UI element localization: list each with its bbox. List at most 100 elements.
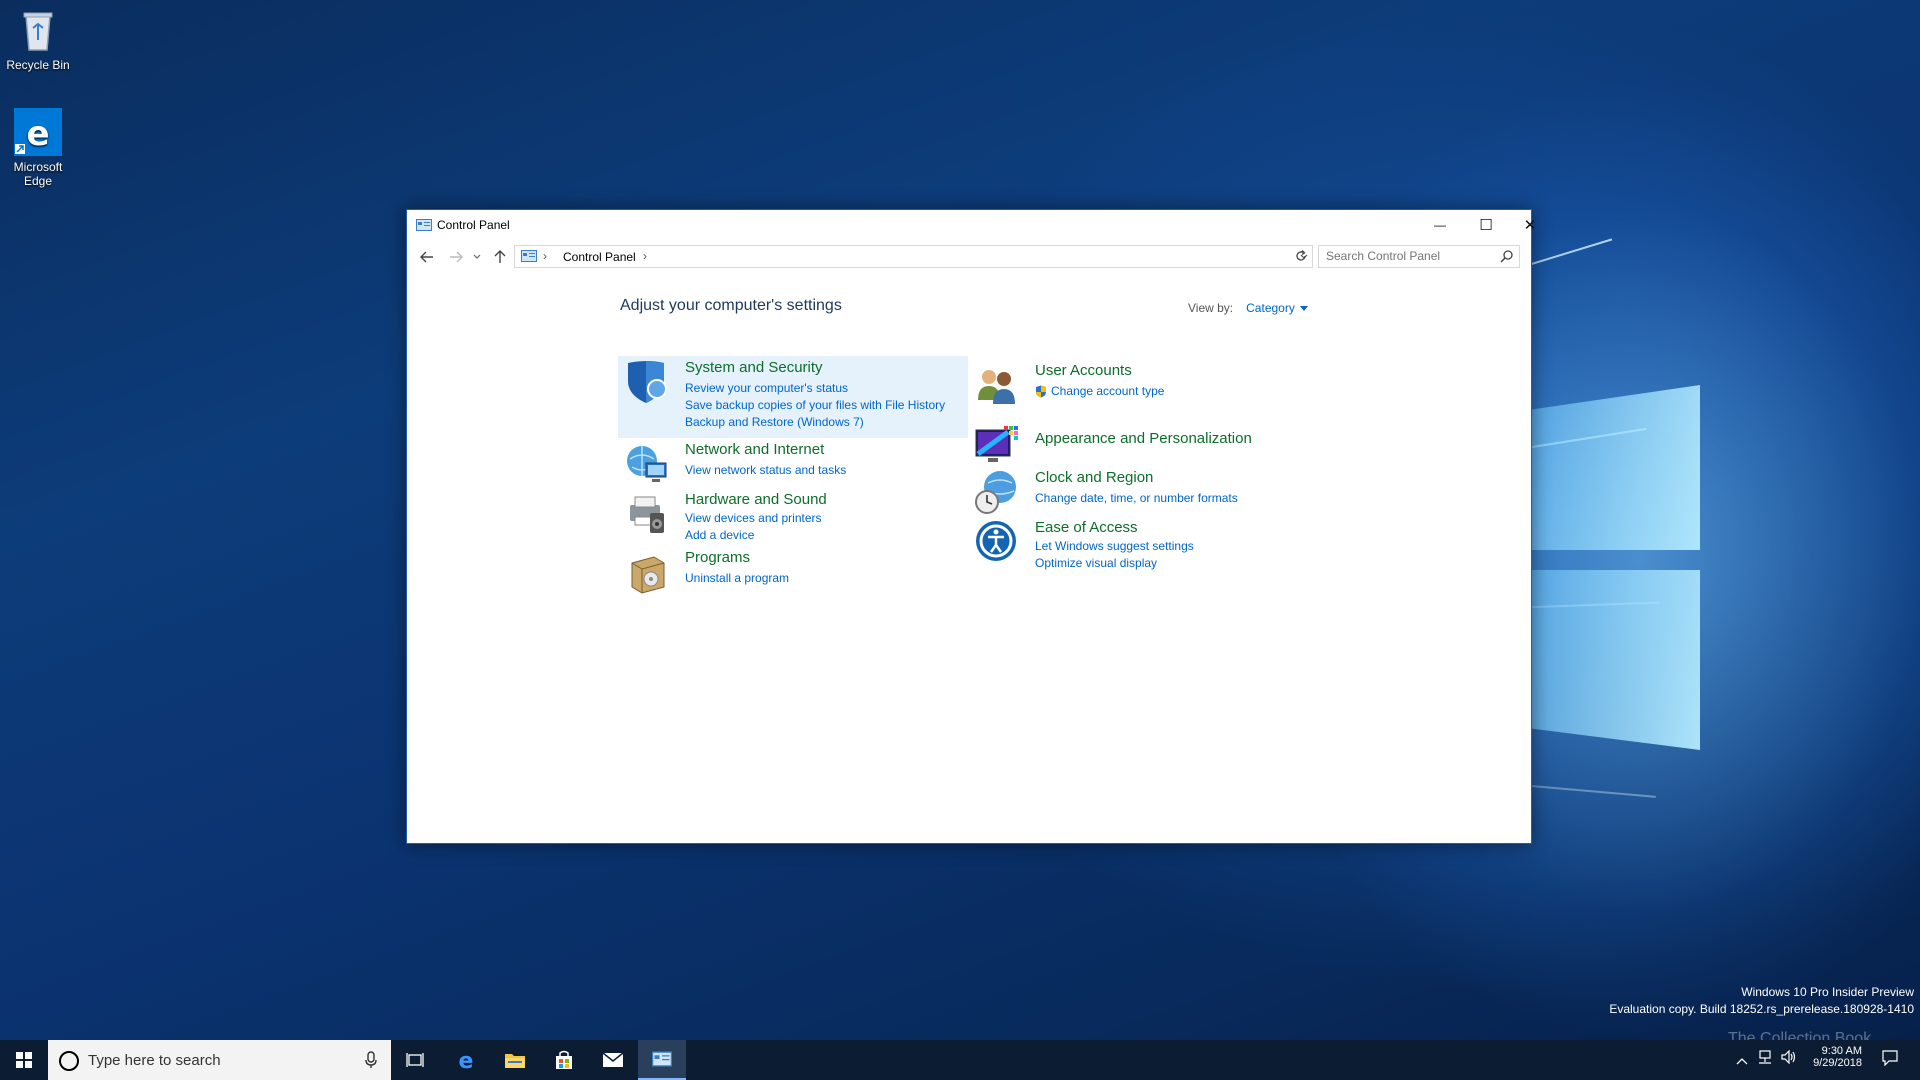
refresh-button[interactable] — [1292, 247, 1310, 265]
edge-taskbar-button[interactable]: e — [442, 1040, 490, 1080]
taskbar-search-box[interactable]: Type here to search — [48, 1040, 391, 1080]
build-watermark: Windows 10 Pro Insider Preview Evaluatio… — [1609, 984, 1914, 1018]
svg-text:e: e — [459, 1049, 474, 1071]
edge-icon: e — [14, 108, 62, 156]
control-panel-icon — [521, 250, 537, 262]
task-view-icon — [406, 1053, 424, 1067]
back-button[interactable] — [417, 247, 437, 267]
address-field[interactable]: › Control Panel › — [514, 245, 1313, 268]
link-uninstall-program[interactable]: Uninstall a program — [685, 571, 789, 585]
programs-box-icon[interactable] — [624, 549, 670, 595]
svg-text:e: e — [26, 114, 49, 154]
clock-globe-icon[interactable] — [974, 469, 1020, 515]
users-icon[interactable] — [974, 362, 1020, 408]
window-title: Control Panel — [437, 218, 510, 232]
microphone-icon[interactable] — [365, 1051, 377, 1069]
category-title[interactable]: Ease of Access — [1035, 519, 1138, 536]
forward-button[interactable] — [446, 247, 466, 267]
view-by-dropdown[interactable]: Category — [1246, 301, 1295, 315]
recycle-bin-icon — [14, 6, 62, 54]
control-panel-window: Control Panel — ☐ ✕ › Control Panel › Se… — [406, 209, 1536, 844]
link-optimize-display[interactable]: Optimize visual display — [1035, 556, 1157, 570]
volume-tray-button[interactable] — [1781, 1049, 1797, 1069]
link-change-date-time[interactable]: Change date, time, or number formats — [1035, 491, 1238, 505]
link-devices-printers[interactable]: View devices and printers — [685, 511, 822, 525]
breadcrumb-control-panel[interactable]: Control Panel — [563, 250, 636, 264]
category-title[interactable]: Programs — [685, 549, 750, 566]
chevron-down-icon — [473, 254, 481, 259]
printer-speaker-icon[interactable] — [624, 491, 670, 537]
forward-arrow-icon — [450, 251, 463, 263]
view-by: View by: Category — [1188, 301, 1308, 315]
file-explorer-taskbar-button[interactable] — [491, 1040, 539, 1080]
tray-clock[interactable]: 9:30 AM 9/29/2018 — [1800, 1045, 1862, 1069]
minimize-button[interactable]: — — [1417, 210, 1463, 240]
action-center-button[interactable] — [1882, 1050, 1898, 1071]
search-icon[interactable] — [1500, 249, 1514, 263]
uac-shield-icon — [1036, 385, 1046, 398]
taskbar: Type here to search e 9:30 AM 9/29/2018 — [0, 1040, 1920, 1080]
store-icon — [556, 1050, 572, 1069]
network-globe-icon[interactable] — [624, 441, 670, 487]
recycle-bin-desktop-icon[interactable]: Recycle Bin — [0, 6, 76, 72]
up-button[interactable] — [490, 247, 510, 267]
recent-locations-button[interactable] — [467, 247, 487, 267]
category-title[interactable]: Network and Internet — [685, 441, 824, 458]
search-box[interactable] — [1318, 245, 1520, 268]
category-title[interactable]: System and Security — [685, 359, 823, 376]
category-title[interactable]: Hardware and Sound — [685, 491, 827, 508]
close-button[interactable]: ✕ — [1507, 210, 1553, 240]
mail-taskbar-button[interactable] — [589, 1040, 637, 1080]
cortana-icon — [59, 1051, 79, 1071]
caret-down-icon[interactable] — [1299, 306, 1308, 312]
start-button[interactable] — [0, 1040, 48, 1080]
network-tray-button[interactable] — [1757, 1050, 1773, 1069]
control-panel-icon — [652, 1051, 672, 1067]
search-input[interactable] — [1326, 249, 1486, 263]
watermark-line-1: Windows 10 Pro Insider Preview — [1741, 985, 1914, 999]
back-arrow-icon — [420, 251, 433, 263]
control-panel-icon — [416, 219, 432, 231]
chevron-up-icon — [1736, 1058, 1748, 1065]
mail-icon — [602, 1052, 624, 1067]
link-network-status[interactable]: View network status and tasks — [685, 463, 846, 477]
maximize-button[interactable]: ☐ — [1463, 210, 1509, 240]
breadcrumb-separator[interactable]: › — [543, 249, 547, 263]
windows-logo-wallpaper — [1530, 345, 1705, 785]
ease-of-access-icon[interactable] — [974, 519, 1020, 565]
network-icon — [1759, 1050, 1771, 1064]
link-windows-suggest[interactable]: Let Windows suggest settings — [1035, 539, 1194, 553]
category-title[interactable]: User Accounts — [1035, 362, 1132, 379]
link-backup-restore[interactable]: Backup and Restore (Windows 7) — [685, 415, 864, 429]
category-title[interactable]: Clock and Region — [1035, 469, 1153, 486]
store-taskbar-button[interactable] — [540, 1040, 588, 1080]
show-hidden-icons-button[interactable] — [1736, 1052, 1748, 1070]
link-add-device[interactable]: Add a device — [685, 528, 754, 542]
recycle-bin-label: Recycle Bin — [6, 58, 70, 72]
link-file-history[interactable]: Save backup copies of your files with Fi… — [685, 398, 945, 412]
edge-icon: e — [459, 1049, 474, 1071]
view-by-label: View by: — [1188, 301, 1234, 315]
link-review-status[interactable]: Review your computer's status — [685, 381, 848, 395]
title-bar[interactable]: Control Panel — ☐ ✕ — [407, 210, 1536, 240]
refresh-icon — [1296, 250, 1306, 261]
clock-time: 9:30 AM — [1821, 1045, 1862, 1057]
control-panel-taskbar-button[interactable] — [638, 1040, 686, 1080]
category-title[interactable]: Appearance and Personalization — [1035, 430, 1252, 447]
edge-label: Microsoft Edge — [13, 160, 63, 188]
logo-pane — [1530, 385, 1700, 550]
task-view-button[interactable] — [391, 1040, 439, 1080]
breadcrumb-separator[interactable]: › — [643, 249, 647, 263]
speaker-icon — [1781, 1049, 1796, 1065]
page-title: Adjust your computer's settings — [620, 297, 842, 314]
clock-date: 9/29/2018 — [1813, 1057, 1862, 1069]
address-bar-row: › Control Panel › — [407, 240, 1531, 274]
edge-desktop-icon[interactable]: e Microsoft Edge — [0, 108, 76, 188]
shield-icon[interactable] — [624, 359, 670, 405]
notification-icon — [1882, 1050, 1898, 1067]
link-change-account-type[interactable]: Change account type — [1051, 384, 1164, 398]
up-arrow-icon — [494, 250, 506, 263]
windows-start-icon — [16, 1052, 32, 1068]
watermark-line-2: Evaluation copy. Build 18252.rs_prerelea… — [1609, 1002, 1914, 1016]
monitor-palette-icon[interactable] — [974, 424, 1020, 470]
